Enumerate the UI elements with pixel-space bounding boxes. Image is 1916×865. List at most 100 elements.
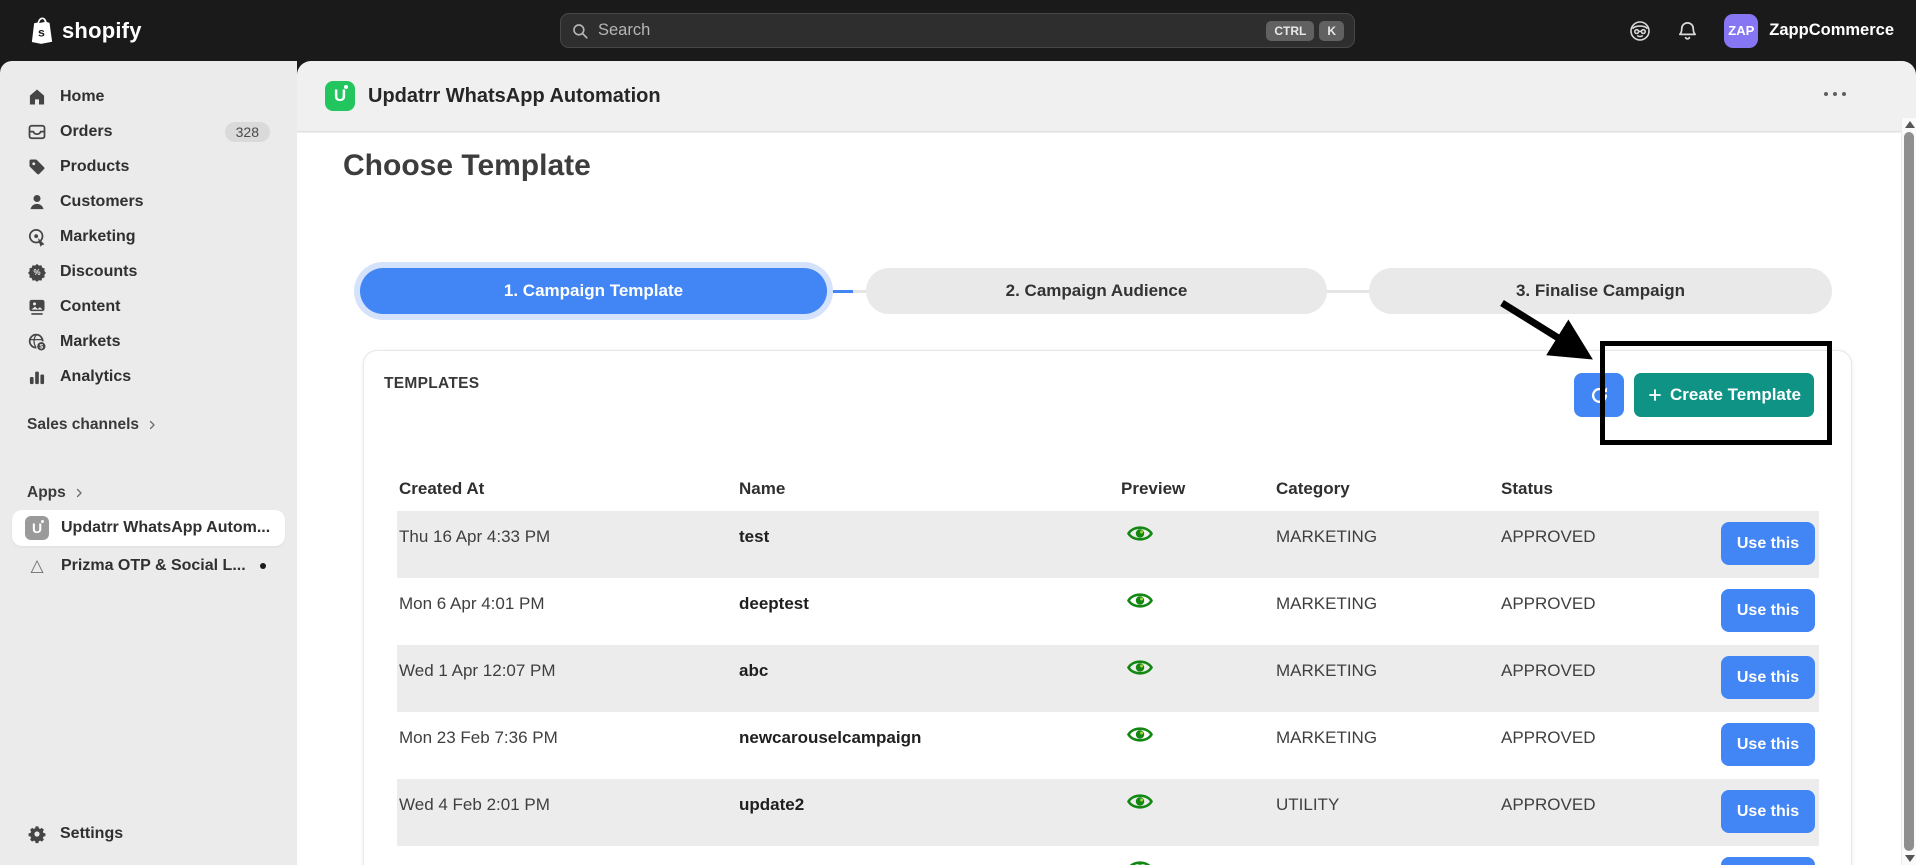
account-menu[interactable]: ZAP ZappCommerce [1724, 14, 1894, 48]
use-this-button[interactable]: Use this [1721, 656, 1815, 699]
cell-name: deeptest [737, 578, 1119, 614]
use-this-button[interactable]: Use this [1721, 522, 1815, 565]
use-this-button[interactable]: Use this [1721, 723, 1815, 766]
sidebar-item-analytics[interactable]: Analytics [12, 359, 285, 394]
shopify-logo[interactable]: s shopify [30, 0, 142, 61]
cell-action: Use this [1674, 846, 1819, 865]
sidebar-nav: Home Orders 328 Products Customers Marke… [0, 79, 297, 394]
cell-created-at: Wed 1 Apr 12:07 PM [397, 645, 737, 681]
sidebar-item-orders[interactable]: Orders 328 [12, 114, 285, 149]
scrollbar[interactable] [1901, 118, 1916, 865]
triangle-icon: △ [25, 556, 49, 576]
preview-eye-icon[interactable] [1127, 792, 1153, 811]
scroll-down-arrow[interactable] [1905, 855, 1915, 862]
cell-preview [1119, 578, 1274, 610]
sidebar-app-item-updatrr-whatsapp-autom[interactable]: U Updatrr WhatsApp Autom... [12, 510, 285, 546]
table-row: Mon 6 Apr 4:01 PM deeptest MARKETING APP… [397, 578, 1819, 645]
svg-text:s: s [38, 26, 45, 40]
step-campaign-audience[interactable]: 2. Campaign Audience [866, 268, 1327, 314]
apps-list: U Updatrr WhatsApp Autom... △ Prizma OTP… [0, 510, 297, 584]
templates-heading: TEMPLATES [384, 375, 479, 393]
table-body: Thu 16 Apr 4:33 PM test MARKETING APPROV… [397, 511, 1819, 865]
preview-eye-icon[interactable] [1127, 859, 1153, 865]
sidebar: Home Orders 328 Products Customers Marke… [0, 61, 297, 865]
plus-icon [1647, 387, 1663, 403]
sidekick-icon[interactable] [1628, 19, 1652, 43]
chevron-right-icon [73, 487, 85, 499]
cell-action: Use this [1674, 511, 1819, 565]
cell-status: APPROVED [1499, 779, 1674, 815]
discounts-icon: % [27, 262, 47, 282]
sidebar-item-products[interactable]: Products [12, 149, 285, 184]
cell-created-at: Mon 23 Feb 7:36 PM [397, 712, 737, 748]
scrollbar-thumb[interactable] [1904, 132, 1914, 851]
cell-category: MARKETING [1274, 645, 1499, 681]
cell-name: abc [737, 645, 1119, 681]
sidebar-app-item-prizma-otp-social-l[interactable]: △ Prizma OTP & Social L... [12, 548, 285, 584]
main-panel: U Updatrr WhatsApp Automation Choose Tem… [297, 61, 1916, 865]
app-content: Choose Template 1. Campaign Template 2. … [297, 133, 1916, 865]
overflow-menu-button[interactable] [1824, 92, 1846, 96]
cell-category: UTILITY [1274, 846, 1499, 865]
cell-status: APPROVED [1499, 511, 1674, 547]
cell-category: MARKETING [1274, 511, 1499, 547]
search-icon [571, 22, 589, 40]
use-this-button[interactable]: Use this [1721, 790, 1815, 833]
preview-eye-icon[interactable] [1127, 524, 1153, 543]
svg-text:$: $ [39, 343, 43, 350]
cell-status: APPROVED [1499, 712, 1674, 748]
orders-icon [27, 122, 47, 142]
col-header-status: Status [1499, 479, 1674, 499]
app-header: U Updatrr WhatsApp Automation [297, 61, 1916, 132]
use-this-button[interactable]: Use this [1721, 857, 1815, 865]
step-campaign-template[interactable]: 1. Campaign Template [360, 268, 827, 314]
create-template-button[interactable]: Create Template [1634, 373, 1814, 417]
col-header-created-at: Created At [397, 479, 737, 499]
sidebar-item-discounts[interactable]: % Discounts [12, 254, 285, 289]
cell-status: APPROVED [1499, 578, 1674, 614]
chevron-right-icon [146, 419, 158, 431]
marketing-icon [27, 227, 47, 247]
topbar: s shopify Search CTRL K ZAP ZappCommerce [0, 0, 1916, 61]
updatrr-gray-icon: U [25, 516, 49, 540]
cell-category: MARKETING [1274, 578, 1499, 614]
table-row: Mon 23 Feb 7:36 PM newcarouselcampaign M… [397, 712, 1819, 779]
account-name: ZappCommerce [1769, 21, 1894, 40]
shopify-wordmark: shopify [62, 18, 142, 44]
search-shortcut: CTRL K [1266, 21, 1344, 41]
refresh-button[interactable] [1574, 373, 1624, 417]
cell-status: APPROVED [1499, 645, 1674, 681]
cell-preview [1119, 645, 1274, 677]
search-input[interactable]: Search CTRL K [560, 13, 1355, 48]
notifications-bell-icon[interactable] [1676, 19, 1700, 43]
apps-header[interactable]: Apps [12, 478, 285, 508]
scroll-up-arrow[interactable] [1905, 121, 1915, 128]
sidebar-item-settings[interactable]: Settings [12, 816, 285, 851]
use-this-button[interactable]: Use this [1721, 589, 1815, 632]
sidebar-item-markets[interactable]: $ Markets [12, 324, 285, 359]
cell-action: Use this [1674, 578, 1819, 632]
content-icon [27, 297, 47, 317]
sales-channels-header[interactable]: Sales channels [12, 410, 285, 440]
updatrr-app-icon: U [325, 81, 355, 111]
table-row: Wed 4 Feb 2:01 PM update2 UTILITY APPROV… [397, 779, 1819, 846]
step-connector [1327, 290, 1369, 293]
sidebar-item-content[interactable]: Content [12, 289, 285, 324]
preview-eye-icon[interactable] [1127, 591, 1153, 610]
cell-status: APPROVED [1499, 846, 1674, 865]
ctrl-key-badge: CTRL [1266, 21, 1314, 41]
step-finalise-campaign[interactable]: 3. Finalise Campaign [1369, 268, 1832, 314]
gear-icon [27, 824, 47, 844]
col-header-name: Name [737, 479, 1119, 499]
sidebar-item-customers[interactable]: Customers [12, 184, 285, 219]
cell-created-at: Thu 16 Apr 4:33 PM [397, 511, 737, 547]
search-placeholder: Search [598, 21, 650, 40]
cell-preview [1119, 511, 1274, 543]
avatar: ZAP [1724, 14, 1758, 48]
cell-created-at: Wed 4 Feb 2:01 PM [397, 779, 737, 815]
notification-dot [260, 563, 266, 569]
sidebar-item-home[interactable]: Home [12, 79, 285, 114]
sidebar-item-marketing[interactable]: Marketing [12, 219, 285, 254]
preview-eye-icon[interactable] [1127, 658, 1153, 677]
preview-eye-icon[interactable] [1127, 725, 1153, 744]
